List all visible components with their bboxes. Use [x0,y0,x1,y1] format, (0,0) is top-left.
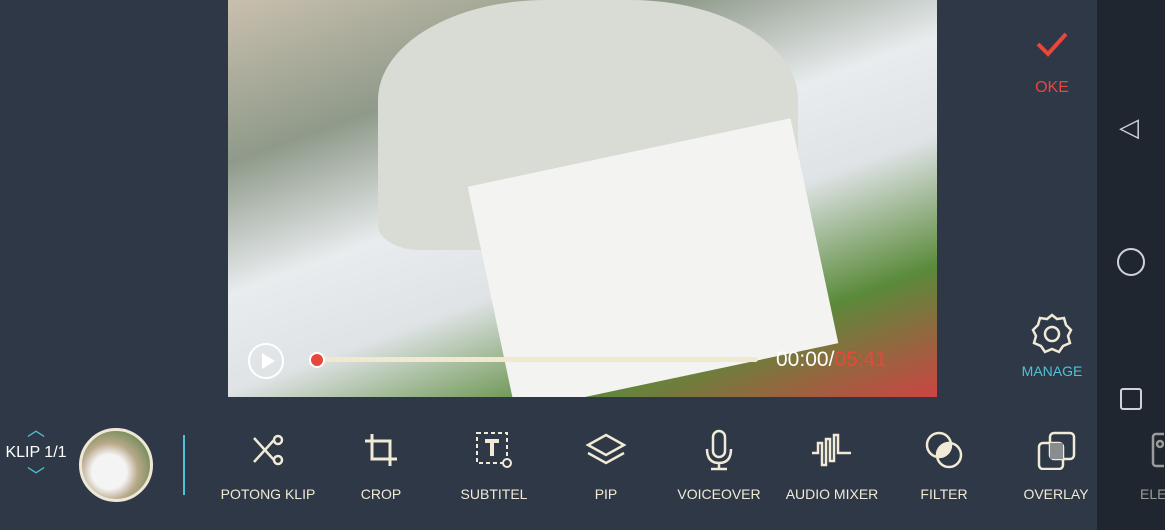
tool-potong-klip[interactable]: POTONG KLIP [213,428,323,502]
crop-icon [326,428,436,472]
manage-button[interactable]: MANAGE [1015,312,1089,379]
gear-icon [1031,313,1073,354]
back-icon[interactable]: ◁ [1119,112,1139,143]
overlay-icon [1001,428,1111,472]
tool-label: POTONG KLIP [220,486,316,502]
ok-label: OKE [1035,79,1069,96]
play-button[interactable] [248,343,284,379]
seek-bar[interactable] [316,357,758,362]
tool-label: AUDIO MIXER [785,486,879,502]
tool-label: CROP [360,486,402,502]
tool-label: SUBTITEL [460,486,528,502]
clip-label: KLIP 1/1 [5,444,67,461]
ok-button[interactable]: OKE [1020,30,1084,97]
tool-overlay[interactable]: OVERLAY [1001,428,1111,502]
current-time: 00:00 [776,348,829,371]
tool-filter[interactable]: FILTER [889,428,999,502]
home-icon[interactable] [1117,248,1145,276]
tool-crop[interactable]: CROP [326,428,436,502]
tool-pip[interactable]: PIP [551,428,661,502]
scissors-icon [213,428,323,472]
waveform-icon [777,428,887,472]
clip-selector: ︿ KLIP 1/1 ﹀ [0,420,72,486]
layers-icon [551,428,661,472]
microphone-icon [664,428,774,472]
image-icon [1140,428,1165,472]
tool-subtitel[interactable]: SUBTITEL [439,428,549,502]
chevron-up-icon[interactable]: ︿ [0,420,72,440]
seek-handle[interactable] [309,352,325,368]
total-time: 05:41 [834,348,887,371]
time-display: 00:00/05:41 [776,348,887,372]
tool-label: OVERLAY [1023,486,1089,502]
tool-element[interactable]: ELE [1097,428,1165,502]
check-icon [1036,32,1068,57]
tool-label: VOICEOVER [677,486,761,502]
tool-audio-mixer[interactable]: AUDIO MIXER [777,428,887,502]
clip-thumbnail[interactable] [79,428,153,502]
divider [183,435,185,495]
manage-label: MANAGE [1021,363,1083,379]
recents-icon[interactable] [1120,388,1142,410]
tool-label: PIP [594,486,618,502]
tool-label: FILTER [920,486,968,502]
tool-label: ELE [1140,486,1165,502]
video-preview[interactable] [228,0,937,397]
filter-icon [889,428,999,472]
tool-voiceover[interactable]: VOICEOVER [664,428,774,502]
subtitle-icon [439,428,549,472]
chevron-down-icon[interactable]: ﹀ [0,466,72,486]
